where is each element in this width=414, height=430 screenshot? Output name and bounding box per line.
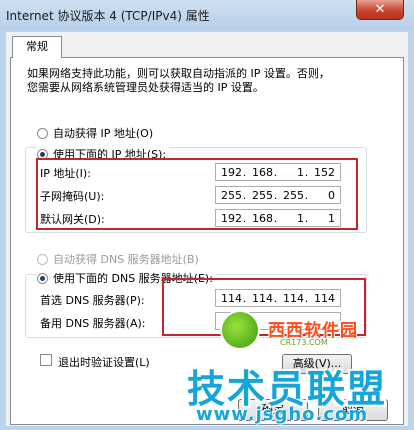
description-line-2: 您需要从网络系统管理员处获得适当的 IP 设置。 xyxy=(27,81,264,94)
auto-dns-label: 自动获得 DNS 服务器地址(B) xyxy=(53,253,199,266)
auto-ip-label: 自动获得 IP 地址(O) xyxy=(53,127,154,140)
auto-dns-radio-row[interactable]: 自动获得 DNS 服务器地址(B) xyxy=(37,251,199,267)
validate-on-exit-label: 退出时验证设置(L) xyxy=(58,356,150,369)
cr173-watermark-sub: CR173.COM xyxy=(280,338,328,347)
description-line-1: 如果网络支持此功能，则可以获取自动指派的 IP 设置。否则， xyxy=(27,67,330,80)
auto-ip-radio-row[interactable]: 自动获得 IP 地址(O) xyxy=(37,125,153,141)
manual-dns-radio[interactable] xyxy=(37,272,48,284)
auto-ip-radio[interactable] xyxy=(37,127,48,139)
description-text: 如果网络支持此功能，则可以获取自动指派的 IP 设置。否则， 您需要从网络系统管… xyxy=(27,67,367,95)
jsgho-watermark-url: www.jsgho.com xyxy=(196,404,369,425)
validate-on-exit-checkbox[interactable] xyxy=(40,354,52,366)
ip-highlight-box xyxy=(36,158,358,230)
close-button[interactable]: ✕ xyxy=(356,0,404,20)
cr173-logo-icon xyxy=(222,312,258,348)
cr173-watermark: 西西软件园 CR173.COM xyxy=(222,312,412,352)
alternate-dns-label: 备用 DNS 服务器(A): xyxy=(40,317,146,330)
auto-dns-radio[interactable] xyxy=(37,253,48,265)
tab-general[interactable]: 常规 xyxy=(12,36,62,58)
close-icon: ✕ xyxy=(374,2,386,17)
preferred-dns-label: 首选 DNS 服务器(P): xyxy=(40,294,145,307)
title-bar[interactable]: Internet 协议版本 4 (TCP/IPv4) 属性 ✕ xyxy=(0,0,414,30)
window-title: Internet 协议版本 4 (TCP/IPv4) 属性 xyxy=(6,9,210,23)
